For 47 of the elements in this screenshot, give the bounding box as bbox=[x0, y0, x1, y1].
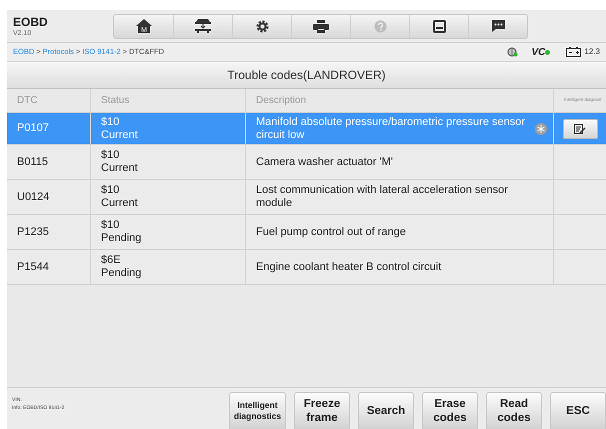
table-row[interactable]: U0124 $10 Current Lost communication with lateral acceleration sensor module bbox=[7, 180, 606, 215]
action-button[interactable]: Freeze frame bbox=[294, 392, 350, 429]
action-button[interactable]: ESC bbox=[550, 392, 606, 429]
status-state: Current bbox=[101, 197, 138, 210]
app-title: EOBD bbox=[13, 16, 49, 28]
diagnostic-button[interactable] bbox=[562, 118, 598, 138]
table-row[interactable]: B0115 $10 Current Camera washer actuator 'M' bbox=[7, 145, 606, 180]
status-code: $10 bbox=[101, 219, 120, 232]
status-code: $10 bbox=[101, 116, 120, 128]
fault-description: Fuel pump control out of range bbox=[256, 226, 407, 238]
table-row[interactable]: P1544 $6E Pending Engine coolant heater B control circuit bbox=[7, 250, 606, 285]
printer-icon bbox=[313, 20, 329, 32]
globe-icon bbox=[506, 47, 518, 57]
fault-description: Manifold absolute pressure/barometric pressure sensor circuit low bbox=[256, 116, 526, 142]
vci-label: VC bbox=[532, 46, 546, 60]
status-state: Current bbox=[101, 128, 138, 142]
column-header: DTC bbox=[17, 94, 38, 108]
action-button[interactable]: Search bbox=[358, 392, 414, 429]
action-button[interactable]: Erase codes bbox=[422, 392, 478, 429]
battery-voltage: 12.3 bbox=[584, 46, 600, 58]
status-code: $10 bbox=[101, 184, 120, 197]
dtc-code: P1544 bbox=[17, 260, 49, 275]
status-state: Pending bbox=[101, 232, 142, 245]
connected-dot-icon bbox=[545, 50, 550, 54]
fault-description: Lost communication with lateral acceleration sensor module bbox=[256, 184, 509, 210]
panel-title: Trouble codes(LANDROVER) bbox=[227, 67, 386, 84]
save-icon bbox=[432, 20, 446, 32]
status-code: $6E bbox=[101, 254, 121, 267]
battery-icon bbox=[566, 47, 582, 57]
status-state: Pending bbox=[101, 267, 142, 280]
action-button[interactable]: Read codes bbox=[486, 392, 542, 429]
dtc-code: U0124 bbox=[17, 190, 50, 205]
table-row[interactable]: P1235 $10 Pending Fuel pump control out of range bbox=[7, 215, 606, 250]
status-state: Current bbox=[101, 162, 138, 175]
settings-icon bbox=[256, 20, 268, 32]
message-icon bbox=[490, 19, 506, 33]
fault-description: Engine coolant heater B control circuit bbox=[256, 260, 442, 274]
status-code: $10 bbox=[101, 149, 120, 162]
action-button[interactable]: Intelligent diagnostics bbox=[229, 392, 286, 429]
column-header: Status bbox=[101, 94, 130, 108]
dtc-code: P0107 bbox=[17, 121, 49, 136]
dtc-code: P1235 bbox=[17, 224, 49, 240]
edit-note-icon bbox=[574, 124, 586, 134]
fault-description: Camera washer actuator 'M' bbox=[256, 156, 394, 168]
column-header: Description bbox=[256, 94, 306, 108]
car-lift-icon bbox=[193, 19, 213, 33]
dtc-code: B0115 bbox=[17, 154, 48, 170]
